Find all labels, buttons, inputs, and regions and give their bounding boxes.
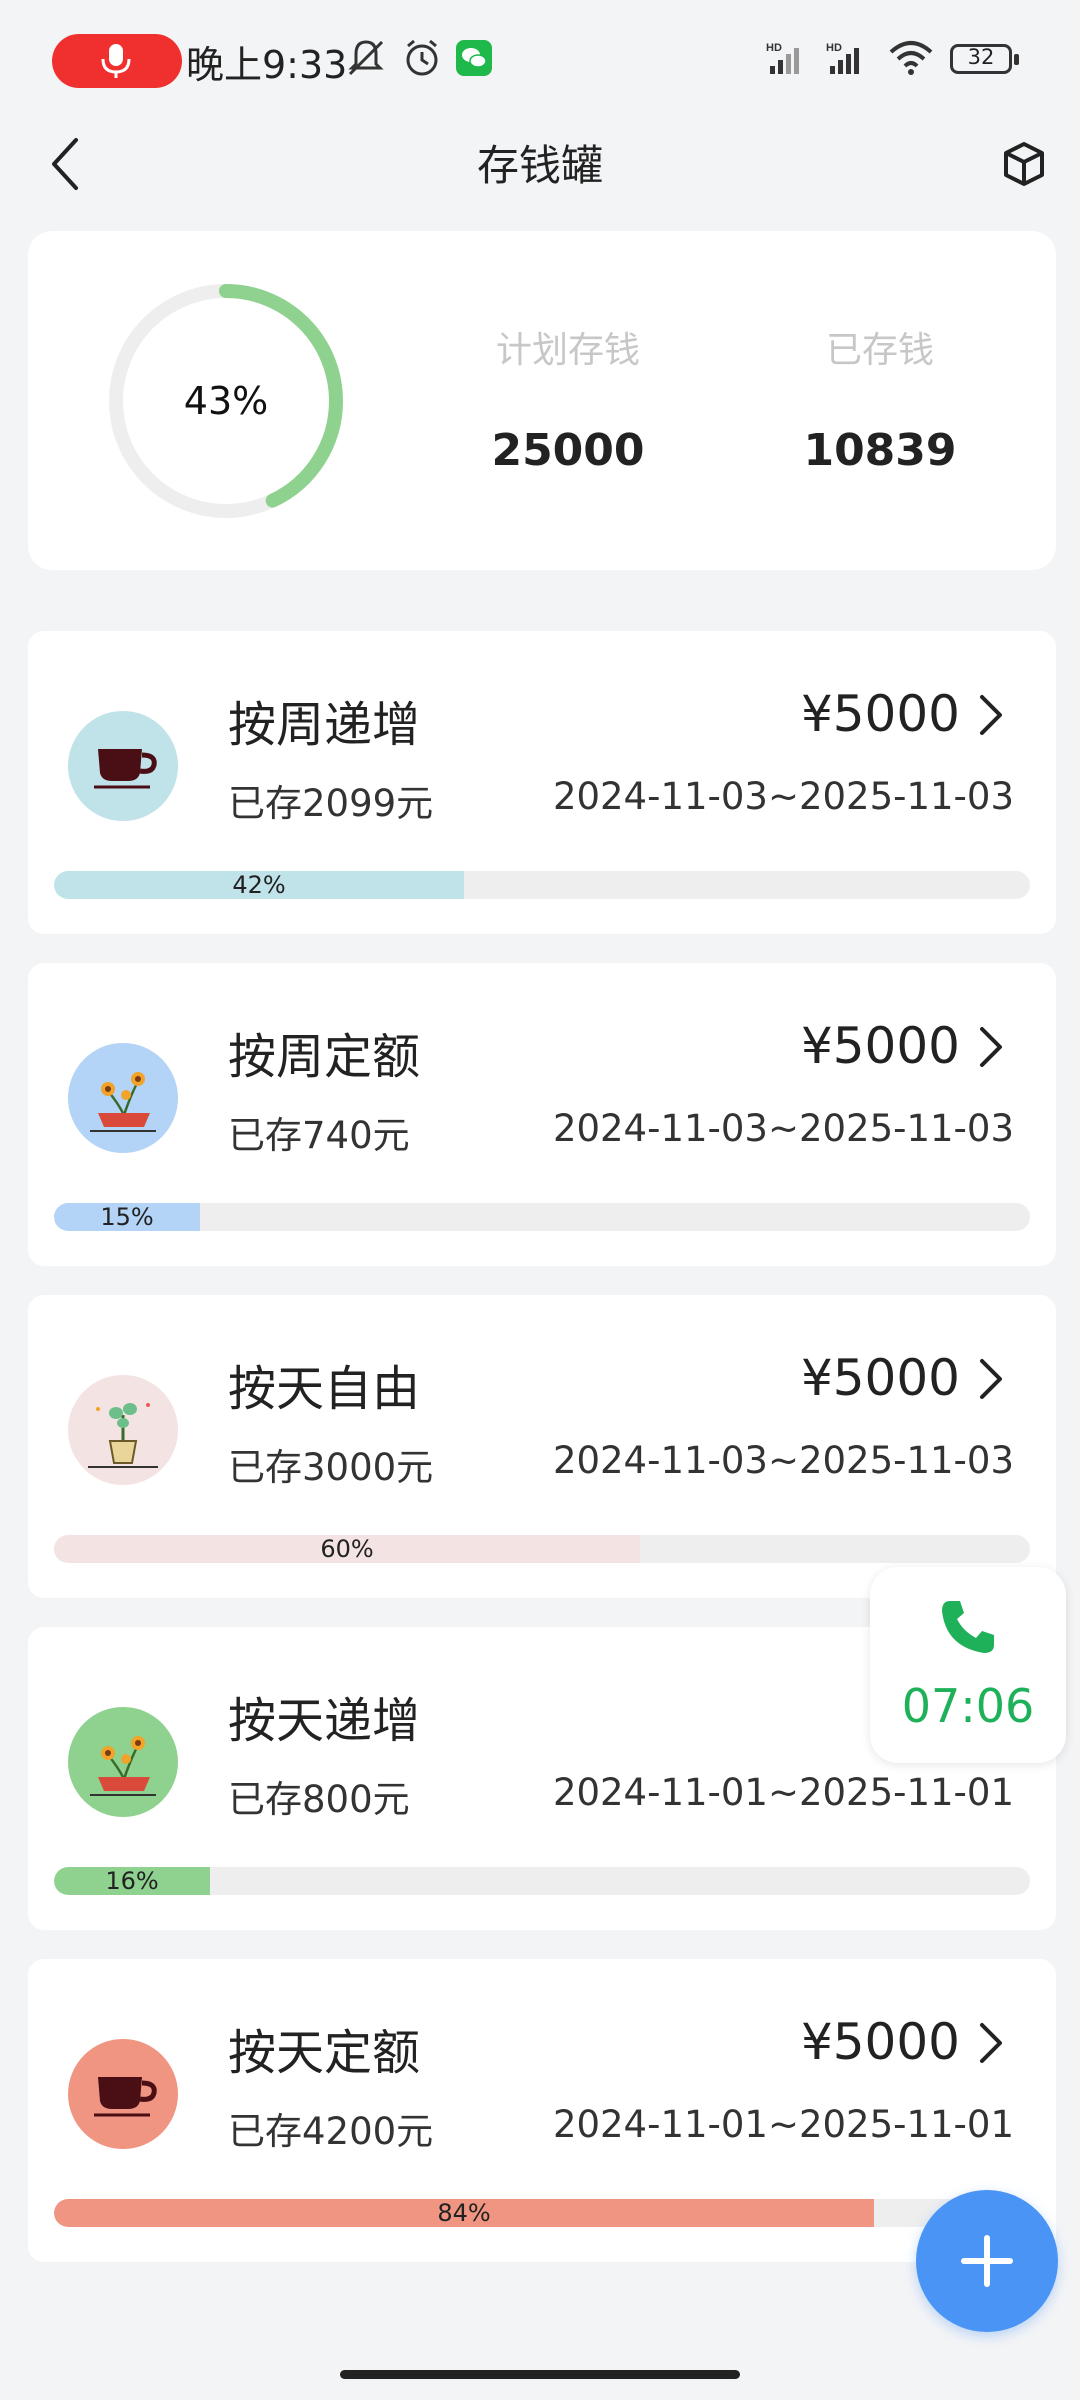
plan-target-amount: ¥5000 xyxy=(800,685,960,743)
plan-saved-amount: 已存2099元 xyxy=(228,782,434,825)
call-duration: 07:06 xyxy=(901,1679,1035,1733)
svg-text:HD: HD xyxy=(766,42,782,54)
saved-label: 已存钱 xyxy=(825,330,934,371)
svg-text:HD: HD xyxy=(826,42,842,54)
plan-date-range: 2024-11-03~2025-11-03 xyxy=(552,1107,1014,1150)
chevron-right-icon[interactable] xyxy=(976,693,1006,741)
plan-progress-bar: 42% xyxy=(54,871,1030,899)
plan-progress-label: 15% xyxy=(100,1203,154,1231)
plan-value: 25000 xyxy=(491,425,645,476)
status-bar: 晚上9:33 HD HD 32 xyxy=(0,0,1080,120)
plan-name: 按周递增 xyxy=(228,697,421,753)
plan-progress-bar: 15% xyxy=(54,1203,1030,1231)
plan-saved-amount: 已存800元 xyxy=(228,1778,410,1821)
alarm-icon xyxy=(406,39,438,76)
plan-saved-amount: 已存3000元 xyxy=(228,1446,434,1489)
screen-record-indicator[interactable] xyxy=(52,34,182,88)
plan-card[interactable]: 按周定额已存740元 ¥5000 2024-11-03~2025-11-03 15% xyxy=(28,963,1056,1266)
plan-progress-label: 84% xyxy=(437,2199,491,2227)
plan-target-amount: ¥5000 xyxy=(800,1349,960,1407)
plan-card[interactable]: 按天定额已存4200元 ¥5000 2024-11-01~2025-11-01 84% xyxy=(28,1959,1056,2262)
plan-progress-label: 16% xyxy=(105,1867,159,1895)
plan-saved-amount: 已存4200元 xyxy=(228,2110,434,2153)
cube-icon[interactable] xyxy=(1002,140,1046,188)
plan-progress-bar: 60% xyxy=(54,1535,1030,1563)
plan-name: 按天递增 xyxy=(228,1693,421,1749)
phone-icon xyxy=(942,1601,994,1653)
microphone-icon xyxy=(101,44,131,78)
battery-level: 32 xyxy=(967,45,995,69)
plan-avatar xyxy=(68,1043,178,1153)
chevron-right-icon[interactable] xyxy=(976,1025,1006,1073)
plus-icon xyxy=(961,2235,1013,2287)
saved-value: 10839 xyxy=(803,425,957,476)
plan-avatar xyxy=(68,711,178,821)
page-title: 存钱罐 xyxy=(476,141,603,190)
plan-name: 按天自由 xyxy=(228,1361,421,1417)
battery-icon: 32 xyxy=(950,44,1019,74)
plan-target-amount: ¥5000 xyxy=(800,1017,960,1075)
plan-card[interactable]: 按天自由已存3000元 ¥5000 2024-11-03~2025-11-03 60% xyxy=(28,1295,1056,1598)
ongoing-call-widget[interactable]: 07:06 xyxy=(870,1567,1066,1763)
plan-progress-label: 60% xyxy=(320,1535,374,1563)
plan-date-range: 2024-11-01~2025-11-01 xyxy=(552,2103,1014,2146)
plan-progress-label: 42% xyxy=(232,871,286,899)
plan-name: 按天定额 xyxy=(228,2025,421,2081)
plan-amount-column: 计划存钱 25000 xyxy=(408,321,728,476)
plan-target-amount: ¥5000 xyxy=(800,2013,960,2071)
mute-notification-icon xyxy=(348,40,384,76)
plan-card[interactable]: 按周递增已存2099元 ¥5000 2024-11-03~2025-11-03 42% xyxy=(28,631,1056,934)
chevron-right-icon[interactable] xyxy=(976,2021,1006,2069)
plan-date-range: 2024-11-01~2025-11-01 xyxy=(552,1771,1014,1814)
wechat-icon xyxy=(456,40,492,76)
summary-card: 43% 计划存钱 25000 已存钱 10839 xyxy=(28,231,1056,570)
plan-date-range: 2024-11-03~2025-11-03 xyxy=(552,1439,1014,1482)
plan-label: 计划存钱 xyxy=(495,330,640,371)
progress-percent: 43% xyxy=(183,379,269,423)
plan-avatar xyxy=(68,1707,178,1817)
chevron-right-icon[interactable] xyxy=(976,1357,1006,1405)
signal-icon: HD xyxy=(766,42,799,74)
wifi-icon xyxy=(889,41,933,75)
add-plan-button[interactable] xyxy=(916,2190,1058,2332)
plan-saved-amount: 已存740元 xyxy=(228,1114,410,1157)
plan-progress-bar: 16% xyxy=(54,1867,1030,1895)
plan-progress-bar: 84% xyxy=(54,2199,1030,2227)
saved-amount-column: 已存钱 10839 xyxy=(720,321,1040,476)
plan-name: 按周定额 xyxy=(228,1029,421,1085)
home-indicator[interactable] xyxy=(340,2370,740,2379)
plan-date-range: 2024-11-03~2025-11-03 xyxy=(552,775,1014,818)
status-time: 晚上9:33 xyxy=(186,43,348,87)
plan-avatar xyxy=(68,2039,178,2149)
signal-icon-2: HD xyxy=(826,42,859,74)
plan-avatar xyxy=(68,1375,178,1485)
